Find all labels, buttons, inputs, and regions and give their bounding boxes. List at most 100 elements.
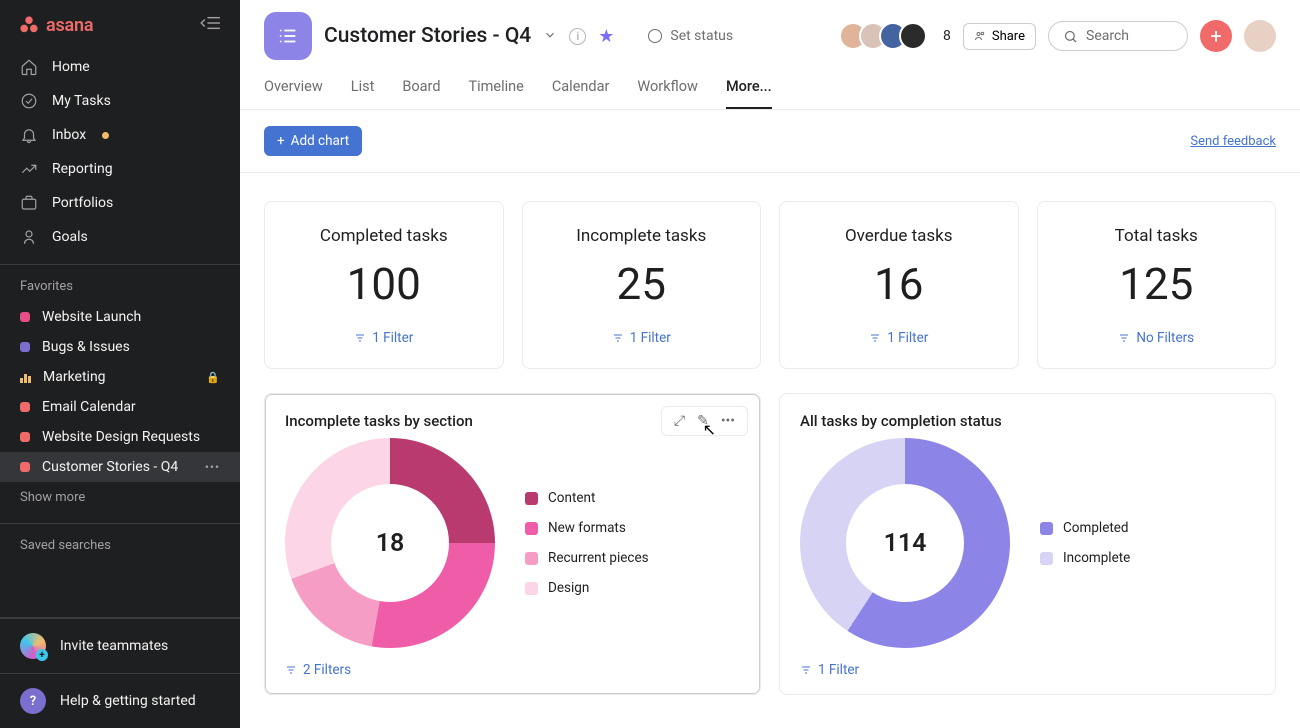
- dashboard-toolbar: + Add chart Send feedback: [240, 110, 1300, 173]
- stat-filter-link[interactable]: 1 Filter: [869, 330, 928, 346]
- stat-card-0[interactable]: Completed tasks1001 Filter: [264, 201, 504, 369]
- stat-card-3[interactable]: Total tasks125No Filters: [1037, 201, 1277, 369]
- nav-home[interactable]: Home: [0, 50, 240, 84]
- project-dropdown-icon[interactable]: [543, 27, 557, 46]
- asana-logo-icon: [18, 14, 40, 36]
- info-icon[interactable]: i: [569, 28, 586, 45]
- favorite-label: Customer Stories - Q4: [42, 459, 178, 475]
- tab-workflow[interactable]: Workflow: [637, 78, 698, 109]
- more-icon[interactable]: •••: [205, 460, 220, 474]
- tab-board[interactable]: Board: [402, 78, 440, 109]
- chart-card-0[interactable]: Incomplete tasks by section⤢✎•••↖18Conte…: [264, 393, 761, 695]
- saved-searches-heading: Saved searches: [0, 524, 240, 561]
- legend-color-icon: [525, 492, 538, 505]
- plus-icon: +: [277, 133, 285, 149]
- legend-color-icon: [525, 552, 538, 565]
- favorite-email-calendar[interactable]: Email Calendar: [0, 392, 240, 422]
- legend-item: Incomplete: [1040, 550, 1130, 566]
- expand-icon[interactable]: ⤢: [670, 411, 689, 431]
- favorite-marketing[interactable]: Marketing🔒: [0, 362, 240, 392]
- stat-filter-link[interactable]: 1 Filter: [354, 330, 413, 346]
- favorites-list: Website Launch Bugs & Issues Marketing🔒 Ema…: [0, 302, 240, 482]
- member-avatars[interactable]: [839, 22, 927, 50]
- stat-label: Overdue tasks: [796, 226, 1002, 246]
- more-icon[interactable]: •••: [717, 411, 739, 431]
- chart-toolbar: ⤢✎•••: [661, 406, 748, 436]
- nav-my-tasks[interactable]: My Tasks: [0, 84, 240, 118]
- unread-dot-icon: [102, 132, 109, 139]
- legend-item: Design: [525, 580, 649, 596]
- project-color-icon: [20, 342, 30, 352]
- favorite-bugs-issues[interactable]: Bugs & Issues: [0, 332, 240, 362]
- create-button[interactable]: +: [1200, 20, 1232, 52]
- favorite-website-launch[interactable]: Website Launch: [0, 302, 240, 332]
- current-user-avatar[interactable]: [1244, 20, 1276, 52]
- brand-logo[interactable]: asana: [18, 14, 93, 36]
- legend-item: Completed: [1040, 520, 1130, 536]
- favorite-label: Bugs & Issues: [42, 339, 130, 355]
- project-color-icon: [20, 402, 30, 412]
- dashboard-body: Completed tasks1001 FilterIncomplete tas…: [240, 173, 1300, 723]
- stat-filter-link[interactable]: No Filters: [1118, 330, 1194, 346]
- favorite-customer-stories-q4[interactable]: Customer Stories - Q4 •••: [0, 452, 240, 482]
- help-label: Help & getting started: [60, 693, 196, 709]
- tab-calendar[interactable]: Calendar: [552, 78, 610, 109]
- nav-portfolios[interactable]: Portfolios: [0, 186, 240, 220]
- favorite-label: Email Calendar: [42, 399, 136, 415]
- legend-item: Recurrent pieces: [525, 550, 649, 566]
- tab-list[interactable]: List: [351, 78, 375, 109]
- invite-teammates-button[interactable]: Invite teammates: [0, 619, 240, 673]
- chart-filter-link[interactable]: 1 Filter: [800, 662, 1255, 678]
- search-placeholder: Search: [1086, 28, 1129, 44]
- nav-label: Inbox: [52, 127, 86, 143]
- project-color-icon: [20, 312, 30, 322]
- search-input[interactable]: Search: [1048, 21, 1188, 51]
- donut-chart: 18: [285, 438, 495, 648]
- nav-label: Goals: [52, 229, 88, 245]
- favorites-heading: Favorites: [0, 265, 240, 302]
- stat-value: 100: [281, 258, 487, 310]
- main-content: Customer Stories - Q4 i ★ Set status 8: [240, 0, 1300, 728]
- collapse-sidebar-icon[interactable]: [200, 15, 222, 35]
- legend-color-icon: [525, 582, 538, 595]
- home-icon: [20, 58, 38, 76]
- project-icon: [264, 12, 312, 60]
- favorite-label: Marketing: [43, 369, 106, 385]
- share-button[interactable]: Share: [963, 23, 1036, 50]
- add-chart-button[interactable]: + Add chart: [264, 126, 362, 156]
- nav-goals[interactable]: Goals: [0, 220, 240, 254]
- help-button[interactable]: ? Help & getting started: [0, 674, 240, 728]
- edit-icon[interactable]: ✎: [693, 411, 713, 431]
- legend-color-icon: [1040, 552, 1053, 565]
- chart-filter-link[interactable]: 2 Filters: [285, 662, 740, 678]
- tab-more[interactable]: More...: [726, 78, 772, 109]
- send-feedback-link[interactable]: Send feedback: [1190, 134, 1276, 149]
- star-icon[interactable]: ★: [598, 26, 614, 47]
- tab-overview[interactable]: Overview: [264, 78, 323, 109]
- people-icon: [974, 30, 986, 42]
- sidebar-bottom: Invite teammates ? Help & getting starte…: [0, 617, 240, 728]
- stat-filter-link[interactable]: 1 Filter: [612, 330, 671, 346]
- stat-card-2[interactable]: Overdue tasks161 Filter: [779, 201, 1019, 369]
- chart-legend: Completed Incomplete: [1040, 520, 1130, 566]
- tab-timeline[interactable]: Timeline: [469, 78, 524, 109]
- show-more-favorites[interactable]: Show more: [0, 482, 240, 513]
- favorite-label: Website Design Requests: [42, 429, 200, 445]
- stat-value: 25: [539, 258, 745, 310]
- chart-card-1[interactable]: All tasks by completion status114Complet…: [779, 393, 1276, 695]
- search-icon: [1063, 29, 1078, 44]
- stat-card-1[interactable]: Incomplete tasks251 Filter: [522, 201, 762, 369]
- line-chart-icon: [20, 160, 38, 178]
- set-status-button[interactable]: Set status: [648, 28, 733, 44]
- favorite-website-design-requests[interactable]: Website Design Requests: [0, 422, 240, 452]
- legend-color-icon: [525, 522, 538, 535]
- project-title: Customer Stories - Q4: [324, 24, 531, 48]
- help-icon: ?: [20, 688, 46, 714]
- favorite-label: Website Launch: [42, 309, 141, 325]
- nav-inbox[interactable]: Inbox: [0, 118, 240, 152]
- list-icon: [277, 25, 299, 47]
- bell-icon: [20, 126, 38, 144]
- legend-item: Content: [525, 490, 649, 506]
- nav-reporting[interactable]: Reporting: [0, 152, 240, 186]
- add-chart-label: Add chart: [291, 133, 350, 149]
